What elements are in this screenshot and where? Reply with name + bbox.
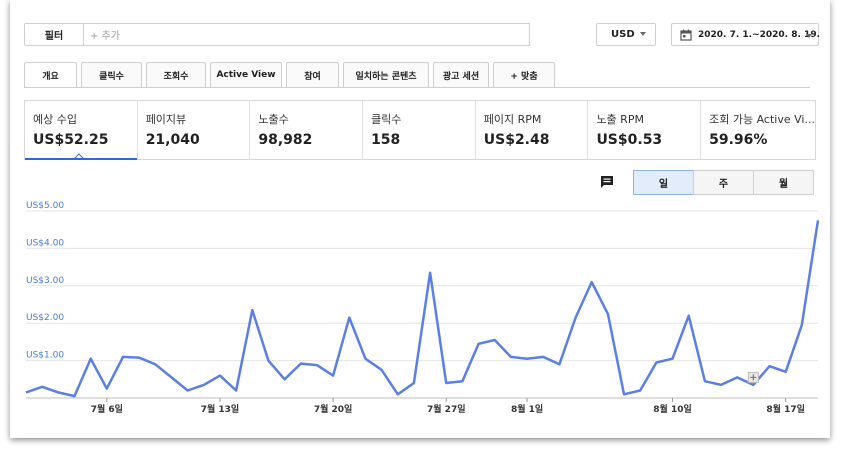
x-tick-label: 8월 10일 [653, 403, 691, 415]
x-tick-label: 7월 6일 [91, 403, 123, 415]
data-point[interactable] [137, 356, 141, 360]
data-point[interactable] [331, 374, 335, 378]
data-point[interactable] [751, 383, 755, 387]
data-point[interactable] [800, 323, 804, 327]
data-point[interactable] [380, 368, 384, 372]
y-tick-label: US$3.00 [26, 276, 64, 286]
data-point[interactable] [202, 383, 206, 387]
data-point[interactable] [89, 357, 93, 361]
data-point[interactable] [654, 360, 658, 364]
data-point[interactable] [606, 312, 610, 316]
data-point[interactable] [250, 308, 254, 312]
data-point[interactable] [768, 364, 772, 368]
data-point[interactable] [169, 375, 173, 379]
data-point[interactable] [428, 271, 432, 275]
data-point[interactable] [444, 381, 448, 385]
data-point[interactable] [412, 381, 416, 385]
data-point[interactable] [153, 362, 157, 366]
data-point[interactable] [719, 383, 723, 387]
data-point[interactable] [590, 280, 594, 284]
data-point[interactable] [509, 355, 513, 359]
data-point[interactable] [671, 357, 675, 361]
data-point[interactable] [283, 377, 287, 381]
y-tick-label: US$2.00 [26, 313, 64, 323]
data-point[interactable] [56, 390, 60, 394]
y-tick-label: US$4.00 [26, 238, 64, 248]
y-tick-label: US$5.00 [26, 201, 64, 211]
y-tick-label: US$1.00 [26, 351, 64, 361]
data-point[interactable] [347, 316, 351, 320]
data-point[interactable] [816, 218, 820, 222]
x-tick-label: 7월 13일 [201, 403, 239, 415]
data-point[interactable] [574, 316, 578, 320]
data-point[interactable] [477, 342, 481, 346]
data-point[interactable] [525, 357, 529, 361]
data-point[interactable] [784, 370, 788, 374]
data-point[interactable] [735, 375, 739, 379]
data-point[interactable] [315, 363, 319, 367]
data-point[interactable] [703, 379, 707, 383]
data-point[interactable] [218, 374, 222, 378]
data-point[interactable] [186, 389, 190, 393]
data-point[interactable] [24, 390, 28, 394]
add-annotation-marker-icon[interactable] [747, 371, 759, 383]
data-point[interactable] [541, 355, 545, 359]
data-point[interactable] [121, 355, 125, 359]
earnings-line-chart: US$1.00 US$2.00 US$3.00 US$4.00 US$5.00 7월 6일… [24, 201, 820, 415]
data-point[interactable] [266, 359, 270, 363]
x-tick-label: 7월 20일 [314, 403, 352, 415]
x-tick-label: 7월 27일 [427, 403, 465, 415]
data-point[interactable] [40, 385, 44, 389]
x-tick-label: 8월 1일 [511, 403, 543, 415]
data-point[interactable] [687, 314, 691, 318]
data-point[interactable] [622, 392, 626, 396]
series-line-earnings [25, 220, 820, 398]
data-point[interactable] [396, 392, 400, 396]
data-point[interactable] [234, 389, 238, 393]
data-point[interactable] [299, 362, 303, 366]
data-point[interactable] [557, 362, 561, 366]
data-point[interactable] [105, 387, 109, 391]
data-point[interactable] [72, 394, 76, 398]
data-point[interactable] [638, 389, 642, 393]
data-point[interactable] [460, 379, 464, 383]
x-tick-label: 8월 17일 [766, 403, 804, 415]
data-point[interactable] [363, 357, 367, 361]
data-point[interactable] [493, 338, 497, 342]
